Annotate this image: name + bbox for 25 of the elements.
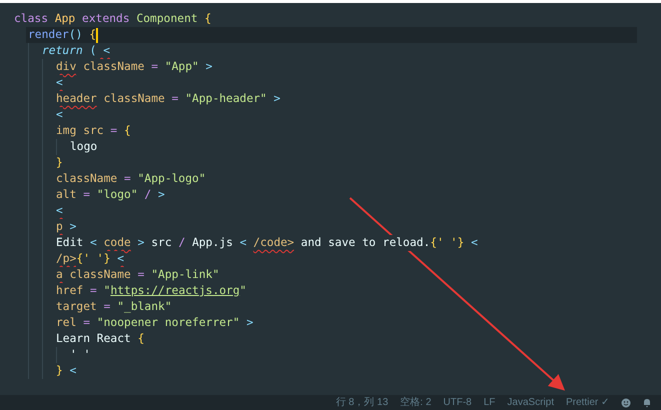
code-line: img src = { xyxy=(56,123,132,139)
code-line: a className = "App-link" xyxy=(56,267,220,283)
text-cursor xyxy=(96,28,98,42)
code-line: div className = "App" > xyxy=(56,59,214,75)
status-item[interactable]: JavaScript xyxy=(507,396,554,408)
status-item[interactable]: 空格: 2 xyxy=(400,396,432,408)
code-line: /p>{' '} < xyxy=(56,251,126,267)
smiley-icon[interactable] xyxy=(621,398,631,408)
code-line: rel = "noopener noreferrer" > xyxy=(56,315,254,331)
code-line: class App extends Component { xyxy=(14,11,212,27)
status-item[interactable]: LF xyxy=(484,396,496,408)
status-item[interactable]: 行 8，列 13 xyxy=(336,396,388,408)
code-line: } < xyxy=(56,363,78,379)
code-line: Learn React { xyxy=(56,331,146,347)
bell-icon[interactable] xyxy=(643,398,651,408)
code-line: alt = "logo" / > xyxy=(56,187,166,203)
code-line: target = "_blank" xyxy=(56,299,173,315)
status-item[interactable]: UTF-8 xyxy=(443,396,472,408)
code-line: className = "App-logo" xyxy=(56,171,207,187)
status-item[interactable]: Prettier ✓ xyxy=(566,396,609,408)
code-line: Edit < code > src / App.js < /code> and save to reload.{' '} < xyxy=(56,235,479,251)
code-line: header className = "App-header" > xyxy=(56,91,282,107)
code-line: p > xyxy=(56,219,78,235)
code-line: return ( < xyxy=(42,43,112,59)
code-line: href = "https://reactjs.org" xyxy=(56,283,248,299)
